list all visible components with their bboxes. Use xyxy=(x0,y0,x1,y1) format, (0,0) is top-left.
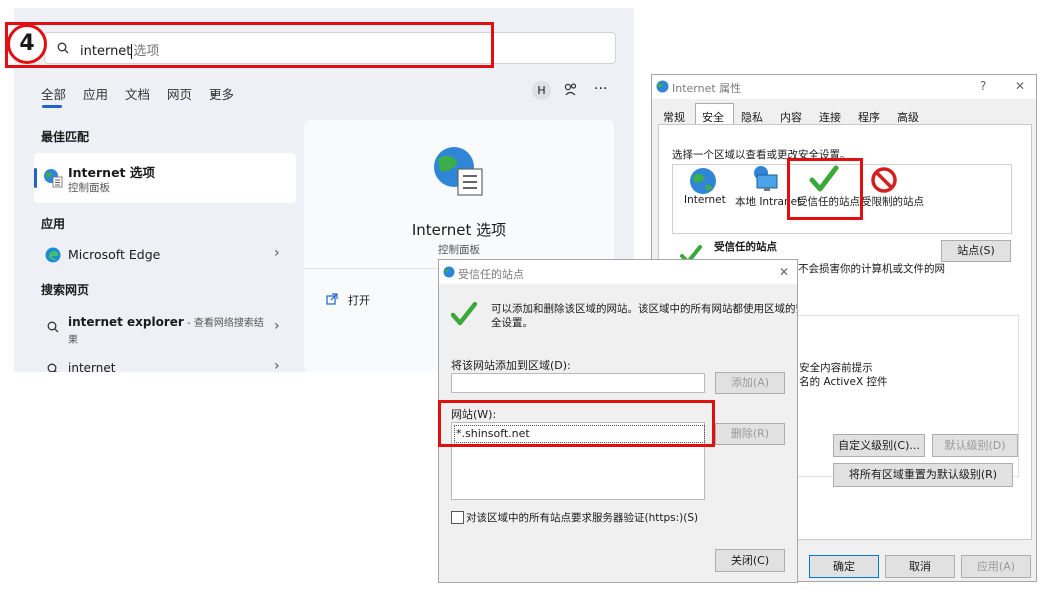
tab-general[interactable]: 常规 xyxy=(663,109,685,125)
level-text-1: - 安全内容前提示 xyxy=(792,362,873,374)
highlight-search-box xyxy=(5,22,494,68)
info-text-line-2: 全设置。 xyxy=(491,317,533,329)
avatar[interactable]: H xyxy=(532,81,551,100)
zone-description: 不会损害你的计算机或文件的网 xyxy=(798,263,945,275)
close-icon[interactable]: ✕ xyxy=(779,265,789,279)
tab-apps[interactable]: 应用 xyxy=(83,84,108,103)
step-badge: 4 xyxy=(7,24,47,64)
detail-title: Internet 选项 xyxy=(411,221,507,239)
tab-documents[interactable]: 文档 xyxy=(125,84,150,103)
internet-options-large-icon xyxy=(432,145,486,202)
internet-options-icon xyxy=(43,168,63,191)
remove-button[interactable]: 删除(R) xyxy=(715,423,785,445)
dialog-title: Internet 属性 xyxy=(672,82,742,95)
tab-connections[interactable]: 连接 xyxy=(819,109,841,125)
app-item-title: Microsoft Edge xyxy=(68,247,161,262)
zone-internet[interactable]: Internet xyxy=(684,165,739,231)
checkmark-icon xyxy=(450,301,478,329)
default-level-button[interactable]: 默认级别(D) xyxy=(932,434,1018,457)
intranet-icon xyxy=(751,165,779,196)
web-item-suffix-wrap: 果 xyxy=(68,335,78,346)
tab-all[interactable]: 全部 xyxy=(41,84,66,103)
web-item-title: internet explorer - 查看网络搜索结 xyxy=(68,315,264,329)
tab-advanced[interactable]: 高级 xyxy=(897,109,919,125)
reset-all-zones-button[interactable]: 将所有区域重置为默认级别(R) xyxy=(833,463,1013,487)
zone-label: Internet xyxy=(684,194,726,206)
titlebar: Internet 属性 ? ✕ xyxy=(652,75,1036,99)
share-icon[interactable] xyxy=(564,82,578,101)
apply-button[interactable]: 应用(A) xyxy=(961,555,1031,578)
add-site-input[interactable] xyxy=(451,373,705,393)
open-action[interactable]: 打开 xyxy=(322,290,442,310)
best-match-title: Internet 选项 xyxy=(68,165,155,180)
highlight-websites xyxy=(438,400,715,447)
help-icon[interactable]: ? xyxy=(980,79,986,93)
detail-subtitle: 控制面板 xyxy=(438,244,480,256)
section-best-match: 最佳匹配 xyxy=(41,130,90,144)
tab-programs[interactable]: 程序 xyxy=(858,109,880,125)
chevron-right-icon: › xyxy=(274,245,280,261)
restricted-icon xyxy=(871,167,897,196)
tab-web[interactable]: 网页 xyxy=(167,84,192,103)
best-match-subtitle: 控制面板 xyxy=(68,182,110,194)
level-text-2: - 名的 ActiveX 控件 xyxy=(792,376,888,388)
cancel-button[interactable]: 取消 xyxy=(885,555,955,578)
selection-accent xyxy=(34,168,37,188)
search-icon xyxy=(47,363,59,372)
titlebar: 受信任的站点 ✕ xyxy=(439,260,797,284)
more-options-icon[interactable]: ··· xyxy=(594,81,607,97)
best-match-item[interactable]: Internet 选项 控制面板 xyxy=(34,153,296,203)
tab-privacy[interactable]: 隐私 xyxy=(741,109,763,125)
web-item-explorer[interactable]: internet explorer - 查看网络搜索结 果 › xyxy=(34,308,296,348)
open-icon xyxy=(326,293,338,308)
active-tab-indicator xyxy=(42,105,62,108)
sites-button[interactable]: 站点(S) xyxy=(941,240,1011,262)
https-checkbox-label: 对该区域中的所有站点要求服务器验证(https:)(S) xyxy=(466,512,699,524)
chevron-down-icon: ⌄ xyxy=(209,84,220,99)
chevron-right-icon: › xyxy=(274,358,280,372)
zone-label: 受限制的站点 xyxy=(861,196,924,208)
web-item-title: internet xyxy=(68,361,116,372)
globe-icon xyxy=(443,266,455,281)
edge-icon xyxy=(45,247,61,266)
chevron-right-icon: › xyxy=(274,318,280,334)
highlight-trusted-zone xyxy=(787,158,863,220)
dialog-title: 受信任的站点 xyxy=(458,268,524,281)
add-button[interactable]: 添加(A) xyxy=(715,372,785,394)
section-web: 搜索网页 xyxy=(41,283,90,297)
add-site-label: 将该网站添加到区域(D): xyxy=(451,359,571,372)
globe-icon xyxy=(656,80,669,96)
zone-restricted-sites[interactable]: 受限制的站点 xyxy=(861,165,927,231)
open-label: 打开 xyxy=(348,294,370,307)
ok-button[interactable]: 确定 xyxy=(809,555,879,578)
https-checkbox[interactable] xyxy=(451,511,464,524)
app-item-edge[interactable]: Microsoft Edge › xyxy=(34,242,296,270)
close-button[interactable]: 关闭(C) xyxy=(715,549,785,572)
tab-security[interactable]: 安全 xyxy=(702,109,724,125)
custom-level-button[interactable]: 自定义级别(C)... xyxy=(833,434,925,457)
search-icon xyxy=(47,321,59,336)
section-apps: 应用 xyxy=(41,217,66,231)
tab-content[interactable]: 内容 xyxy=(780,109,802,125)
zone-heading: 受信任的站点 xyxy=(714,241,777,253)
info-text-line-1: 可以添加和删除该区域的网站。该区域中的所有网站都使用区域的安 xyxy=(491,303,798,315)
web-item-internet[interactable]: internet › xyxy=(34,358,296,372)
close-icon[interactable]: ✕ xyxy=(1015,79,1025,93)
